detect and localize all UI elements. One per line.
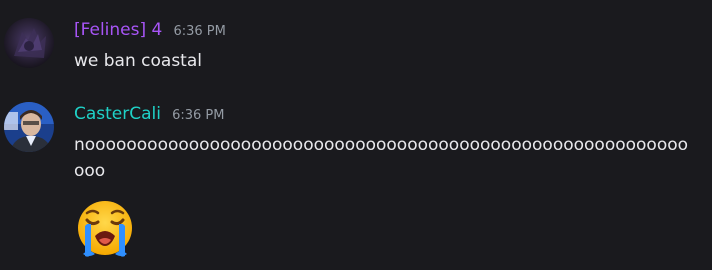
message-content: nooooooooooooooooooooooooooooooooooooooo… <box>74 135 689 181</box>
loudly-crying-face-icon[interactable] <box>73 196 137 260</box>
avatar-image <box>4 102 54 152</box>
timestamp: 6:36 PM <box>173 24 226 39</box>
message-content: we ban coastal <box>74 51 202 71</box>
message-header: [Felines] 4 6:36 PM <box>74 20 226 40</box>
username[interactable]: CasterCali <box>74 104 161 124</box>
message-header: CasterCali 6:36 PM <box>74 104 224 124</box>
timestamp: 6:36 PM <box>172 108 225 123</box>
loudly-crying-face-icon-graphic <box>78 201 132 257</box>
chat-message-list: [Felines] 4 6:36 PM we ban coastal Caste… <box>0 0 712 270</box>
avatar[interactable] <box>4 18 54 68</box>
avatar-image <box>4 18 54 68</box>
avatar[interactable] <box>4 102 54 152</box>
username[interactable]: [Felines] 4 <box>74 20 162 40</box>
